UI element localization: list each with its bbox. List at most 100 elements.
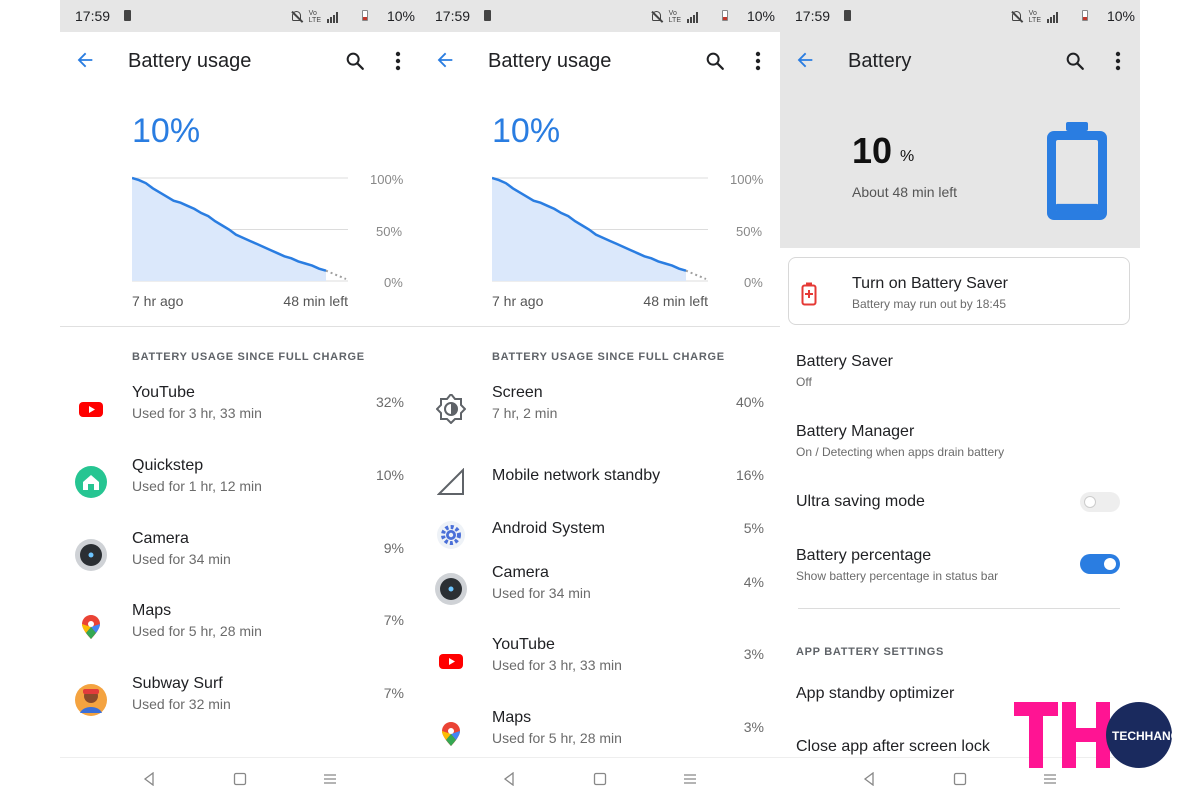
item-name: Maps <box>132 602 172 619</box>
setting-name: Ultra saving mode <box>796 493 925 510</box>
list-item-youtube[interactable]: YouTube Used for 3 hr, 33 min 32% <box>60 380 420 438</box>
graph-projection-line <box>325 269 347 280</box>
quickstep-icon <box>74 465 108 499</box>
item-pct: 5% <box>743 520 764 536</box>
nav-home-icon[interactable] <box>953 772 967 786</box>
nav-recents-icon[interactable] <box>323 772 337 786</box>
list-item-mobile-network-standby[interactable]: Mobile network standby 16% <box>420 453 780 511</box>
list-item-screen[interactable]: Screen 7 hr, 2 min 40% <box>420 380 780 438</box>
ultra-saving-toggle[interactable] <box>1080 492 1120 512</box>
list-item-android-system[interactable]: Android System 5% <box>420 506 780 564</box>
status-time: 17:59 <box>795 8 831 24</box>
more-vert-icon[interactable] <box>392 50 404 72</box>
setting-app-standby-optimizer[interactable]: App standby optimizer <box>796 685 954 703</box>
battery-remaining: About 48 min left <box>852 184 958 200</box>
app-bar: Battery usage <box>60 32 420 90</box>
nav-recents-icon[interactable] <box>683 772 697 786</box>
item-sub: 7 hr, 2 min <box>492 405 558 421</box>
setting-battery-saver[interactable]: Battery Saver Off <box>796 353 893 389</box>
volte-icon: Vo LTE <box>308 10 321 24</box>
status-battery-pct: 10% <box>386 8 415 24</box>
youtube-icon <box>74 392 108 426</box>
item-pct: 3% <box>743 719 764 735</box>
divider <box>798 608 1120 609</box>
item-sub: Used for 5 hr, 28 min <box>132 623 262 639</box>
item-pct: 7% <box>383 612 404 628</box>
notification-icon <box>844 10 851 21</box>
search-icon[interactable] <box>1064 50 1086 72</box>
divider <box>420 326 780 327</box>
list-item-maps[interactable]: Maps Used for 5 hr, 28 min 7% <box>60 598 420 656</box>
section-header: APP BATTERY SETTINGS <box>796 646 945 658</box>
page-title: Battery usage <box>128 50 252 72</box>
more-vert-icon[interactable] <box>1112 50 1124 72</box>
list-item-camera[interactable]: Camera Used for 34 min 9% <box>60 526 420 584</box>
notification-icon <box>124 10 131 21</box>
item-name: Mobile network standby <box>492 467 661 484</box>
item-pct: 40% <box>735 394 764 410</box>
item-name: YouTube <box>132 384 195 401</box>
item-pct: 7% <box>383 685 404 701</box>
setting-name: Battery Saver <box>796 353 893 370</box>
item-name: YouTube <box>492 636 555 653</box>
setting-battery-percentage[interactable]: Battery percentage Show battery percenta… <box>796 547 998 583</box>
battery-saver-card[interactable]: Turn on Battery Saver Battery may run ou… <box>788 257 1130 325</box>
arrow-back-icon[interactable] <box>794 49 816 71</box>
app-bar: Battery <box>780 32 1140 90</box>
arrow-back-icon[interactable] <box>74 49 96 71</box>
graph-start-label: 7 hr ago <box>492 293 544 309</box>
graph-projection-line <box>685 269 707 280</box>
setting-ultra-saving-mode[interactable]: Ultra saving mode <box>796 493 925 511</box>
search-icon[interactable] <box>344 50 366 72</box>
item-name: Android System <box>492 520 605 537</box>
item-sub: Used for 5 hr, 28 min <box>492 730 622 746</box>
setting-battery-manager[interactable]: Battery Manager On / Detecting when apps… <box>796 423 1004 459</box>
item-sub: Used for 3 hr, 33 min <box>132 405 262 421</box>
search-icon[interactable] <box>704 50 726 72</box>
techhangout-watermark-logo: TECHHANGOUT <box>1014 702 1176 768</box>
battery-usage-screen-apps: 17:59 Vo LTE 10% Battery usage 10% 100% 5… <box>60 0 420 801</box>
status-bar: 17:59 Vo LTE 10% <box>420 0 780 32</box>
setting-close-app-after-lock[interactable]: Close app after screen lock <box>796 738 990 756</box>
notification-icon <box>484 10 491 21</box>
more-vert-icon[interactable] <box>752 50 764 72</box>
item-name: Subway Surf <box>132 675 223 692</box>
list-item-youtube[interactable]: YouTube Used for 3 hr, 33 min 3% <box>420 632 780 690</box>
nav-home-icon[interactable] <box>233 772 247 786</box>
battery-percentage-toggle[interactable] <box>1080 554 1120 574</box>
nav-recents-icon[interactable] <box>1043 772 1057 786</box>
camera-icon <box>434 572 468 606</box>
nav-back-icon[interactable] <box>142 772 156 786</box>
section-header: BATTERY USAGE SINCE FULL CHARGE <box>132 351 365 363</box>
youtube-icon <box>434 644 468 678</box>
nav-back-icon[interactable] <box>862 772 876 786</box>
nav-home-icon[interactable] <box>593 772 607 786</box>
setting-sub: Show battery percentage in status bar <box>796 569 999 583</box>
maps-pin-icon <box>74 610 108 644</box>
list-item-subway-surf[interactable]: Subway Surf Used for 32 min 7% <box>60 671 420 729</box>
battery-level-value: 10 <box>852 130 893 171</box>
item-pct: 32% <box>375 394 404 410</box>
graph-label-0: 0% <box>744 275 763 290</box>
item-sub: Used for 34 min <box>132 551 231 567</box>
battery-status-icon <box>722 10 728 21</box>
battery-status-icon <box>362 10 368 21</box>
battery-level: 10% <box>492 112 561 150</box>
signal-icon <box>327 11 338 23</box>
arrow-back-icon[interactable] <box>434 49 456 71</box>
item-sub: Used for 32 min <box>132 696 231 712</box>
saver-card-title: Turn on Battery Saver <box>852 275 1008 292</box>
graph-start-label: 7 hr ago <box>132 293 184 309</box>
nav-back-icon[interactable] <box>502 772 516 786</box>
battery-large-icon <box>1047 122 1107 220</box>
list-item-quickstep[interactable]: Quickstep Used for 1 hr, 12 min 10% <box>60 453 420 511</box>
list-item-maps[interactable]: Maps Used for 5 hr, 28 min 3% <box>420 705 780 763</box>
battery-status-icon <box>1082 10 1088 21</box>
list-item-camera[interactable]: Camera Used for 34 min 4% <box>420 560 780 618</box>
status-time: 17:59 <box>75 8 111 24</box>
brightness-icon <box>434 392 468 426</box>
battery-header: 10 % About 48 min left <box>780 90 1140 248</box>
section-header: BATTERY USAGE SINCE FULL CHARGE <box>492 351 725 363</box>
battery-settings-screen: 17:59 Vo LTE 10% Battery 10 % About 48 mi… <box>780 0 1140 801</box>
saver-card-sub: Battery may run out by 18:45 <box>852 297 1007 311</box>
